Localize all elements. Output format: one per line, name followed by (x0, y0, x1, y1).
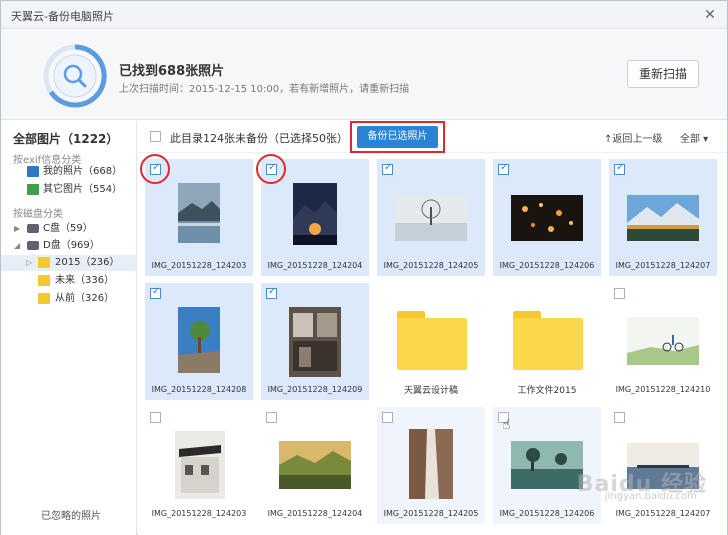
camera-icon (27, 166, 39, 177)
go-up-level-link[interactable]: ↑返回上一级 (604, 130, 662, 145)
app-window: 天翼云-备份电脑照片 ✕ 已找到688张照片 上次扫描时间：2015-12-15… (0, 0, 728, 535)
photo-caption: IMG_20151228_124208 (151, 385, 247, 394)
sidebar-item-my-photos[interactable]: 我的照片（668） (1, 164, 136, 180)
backup-status-text: 此目录124张未备份（已选择50张） (170, 132, 348, 145)
chevron-down-icon[interactable]: ◢ (14, 238, 20, 254)
sidebar-item-folder-2015[interactable]: ▷ 2015（236） (1, 255, 136, 271)
photo-tile[interactable]: ✓ IMG_20151228_124206 (493, 159, 601, 276)
photo-caption: IMG_20151228_124203 (151, 509, 247, 518)
scan-summary-header: 已找到688张照片 上次扫描时间：2015-12-15 10:00，若有新增照片… (1, 30, 727, 120)
highlight-circle (256, 154, 286, 184)
photo-checkbox[interactable] (266, 412, 277, 423)
photo-thumbnail (178, 307, 220, 373)
grid-toolbar: 此目录124张未备份（已选择50张） 备份已选照片 ↑返回上一级 全部 ▾ (138, 121, 727, 153)
folder-icon (38, 257, 50, 268)
chevron-right-icon[interactable]: ▶ (14, 221, 20, 237)
sidebar-item-other-photos[interactable]: 其它图片（554） (1, 182, 136, 198)
photo-thumbnail (279, 441, 351, 489)
photo-thumbnail (511, 441, 583, 489)
sidebar-item-folder-future[interactable]: 未来（336） (1, 273, 136, 289)
photo-caption: IMG_20151228_124204 (267, 261, 363, 270)
sidebar-item-folder-past[interactable]: 从前（326） (1, 291, 136, 307)
photo-caption: IMG_20151228_124210 (615, 385, 711, 394)
photo-checkbox[interactable]: ✓ (498, 162, 509, 175)
sidebar-item-drive-c[interactable]: ▶ C盘（59） (1, 221, 136, 237)
folder-icon (38, 293, 50, 304)
photo-caption: IMG_20151228_124204 (267, 509, 363, 518)
photo-checkbox[interactable] (150, 412, 161, 423)
photo-thumbnail (627, 195, 699, 241)
photo-checkbox[interactable] (614, 412, 625, 423)
sidebar-item-all-images[interactable]: 全部图片（1222） (13, 130, 118, 147)
photo-caption: IMG_20151228_124205 (383, 509, 479, 518)
photo-tile[interactable]: ✓ IMG_20151228_124208 (145, 283, 253, 400)
title-bar: 天翼云-备份电脑照片 ✕ (1, 1, 727, 29)
photo-thumbnail (289, 307, 341, 377)
photo-checkbox[interactable]: ✓ (266, 286, 277, 299)
photo-checkbox[interactable]: ✓ (382, 162, 393, 175)
folder-caption: 工作文件2015 (517, 386, 577, 396)
chevron-right-icon[interactable]: ▷ (26, 255, 32, 271)
photo-tile[interactable]: IMG_20151228_124203 (145, 407, 253, 524)
photo-thumbnail (627, 317, 699, 365)
photo-thumbnail (511, 195, 583, 241)
highlight-circle (140, 154, 170, 184)
folder-tile[interactable]: 天翼云设计稿 (377, 283, 485, 400)
photo-caption: IMG_20151228_124206 (499, 261, 595, 270)
photo-caption: IMG_20151228_124207 (615, 261, 711, 270)
photo-caption: IMG_20151228_124205 (383, 261, 479, 270)
scan-magnifier-icon (43, 44, 107, 108)
watermark-url: jingyan.baidu.com (604, 491, 697, 502)
backup-selected-button[interactable]: 备份已选照片 (357, 126, 438, 148)
photo-caption: IMG_20151228_124207 (615, 509, 711, 518)
photo-thumbnail (395, 195, 467, 241)
select-all-checkbox[interactable] (150, 131, 161, 142)
photo-checkbox[interactable] (382, 412, 393, 423)
filter-dropdown[interactable]: 全部 ▾ (680, 130, 708, 145)
folder-icon (38, 275, 50, 286)
disk-icon (27, 241, 39, 250)
section-disk-label: 按磁盘分类 (13, 209, 63, 220)
photo-tile[interactable]: IMG_20151228_124210 (609, 283, 717, 400)
hand-cursor-icon: ☝ (502, 417, 511, 433)
photo-thumbnail (293, 183, 337, 245)
photo-caption: IMG_20151228_124209 (267, 385, 363, 394)
disk-icon (27, 224, 39, 233)
photo-thumbnail (409, 429, 453, 499)
window-title: 天翼云-备份电脑照片 (11, 10, 114, 23)
photo-checkbox[interactable]: ✓ (150, 286, 161, 299)
rescan-button[interactable]: 重新扫描 (627, 60, 699, 88)
folder-caption: 天翼云设计稿 (403, 386, 458, 396)
photo-thumbnail (175, 431, 225, 499)
photo-tile[interactable]: ✓ IMG_20151228_124205 (377, 159, 485, 276)
image-icon (27, 184, 39, 195)
close-icon[interactable]: ✕ (701, 6, 719, 24)
photo-tile[interactable]: ✓ IMG_20151228_124207 (609, 159, 717, 276)
folder-tile[interactable]: 工作文件2015 (493, 283, 601, 400)
photo-tile[interactable]: IMG_20151228_124204 (261, 407, 369, 524)
last-scan-info: 上次扫描时间：2015-12-15 10:00，若有新增照片，请重新扫描 (119, 84, 410, 95)
photo-tile[interactable]: ✓ IMG_20151228_124209 (261, 283, 369, 400)
sidebar-item-ignored-photos[interactable]: 已忽略的照片 (41, 507, 101, 522)
found-count-title: 已找到688张照片 (119, 64, 225, 79)
photo-caption: IMG_20151228_124203 (151, 261, 247, 270)
photo-tile[interactable]: IMG_20151228_124205 (377, 407, 485, 524)
backup-button-highlight: 备份已选照片 (350, 121, 445, 153)
photo-checkbox[interactable] (614, 288, 625, 299)
photo-thumbnail (178, 183, 220, 243)
photo-checkbox[interactable]: ✓ (614, 162, 625, 175)
sidebar: 全部图片（1222） 按exif信息分类 我的照片（668） 其它图片（554）… (1, 121, 137, 535)
sidebar-item-drive-d[interactable]: ◢ D盘（969） (1, 238, 136, 254)
photo-caption: IMG_20151228_124206 (499, 509, 595, 518)
